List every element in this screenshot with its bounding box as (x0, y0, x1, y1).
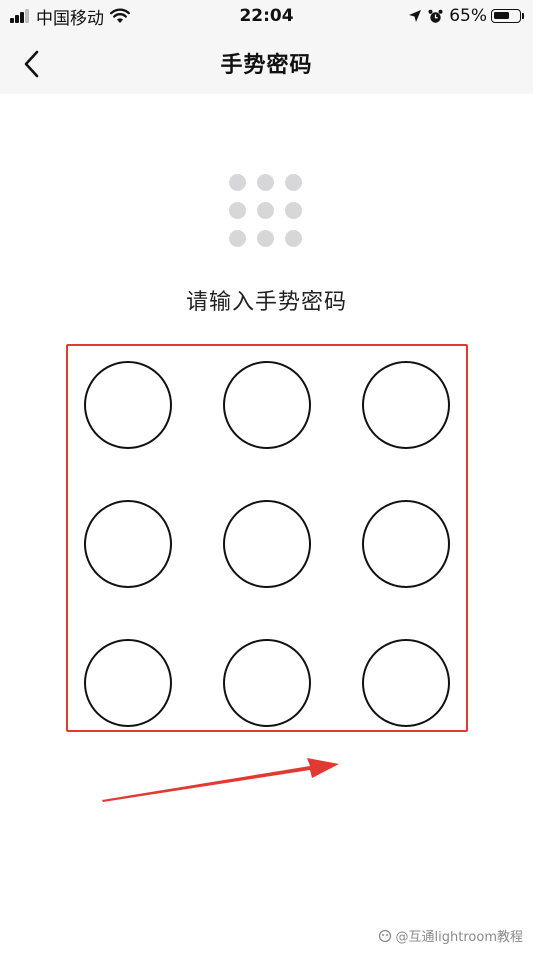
watermark-logo-icon (378, 929, 392, 943)
pattern-node-5[interactable] (223, 500, 311, 588)
battery-percent: 65% (449, 6, 487, 26)
page-title: 手势密码 (220, 53, 313, 78)
preview-dot (229, 230, 246, 247)
pattern-node-8[interactable] (223, 639, 311, 727)
nine-dot-grid-icon (229, 174, 305, 248)
preview-dot (285, 230, 302, 247)
status-bar: 中国移动 22:04 65% (0, 0, 533, 34)
status-right: 65% (408, 6, 524, 26)
annotation-arrow (102, 758, 339, 802)
nav-bar: 手势密码 (0, 34, 533, 94)
battery-icon (491, 9, 524, 23)
preview-dot (285, 202, 302, 219)
pattern-node-9[interactable] (362, 639, 450, 727)
preview-dot (257, 174, 274, 191)
watermark: @互通lightroom教程 (378, 926, 523, 945)
watermark-text: @互通lightroom教程 (395, 930, 523, 945)
preview-dot (229, 174, 246, 191)
alarm-icon (428, 9, 443, 24)
pattern-node-6[interactable] (362, 500, 450, 588)
pattern-node-4[interactable] (84, 500, 172, 588)
pattern-node-3[interactable] (362, 361, 450, 449)
location-icon (408, 9, 422, 23)
preview-dot (229, 202, 246, 219)
pattern-lock-area[interactable] (66, 344, 468, 732)
preview-dot (257, 202, 274, 219)
pattern-node-7[interactable] (84, 639, 172, 727)
pattern-node-2[interactable] (223, 361, 311, 449)
preview-dot (257, 230, 274, 247)
pattern-node-1[interactable] (84, 361, 172, 449)
battery-fill (494, 12, 509, 19)
preview-dot (285, 174, 302, 191)
gesture-prompt: 请输入手势密码 (185, 290, 347, 315)
